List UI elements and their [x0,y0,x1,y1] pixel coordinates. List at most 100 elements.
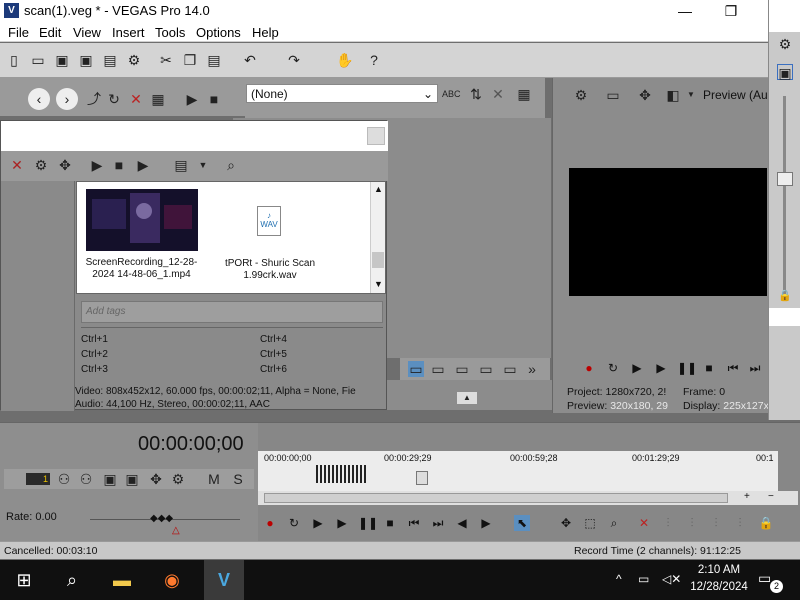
marker-handle[interactable] [416,471,428,485]
tl-loop-icon[interactable]: ↻ [286,515,302,531]
transition-dropdown[interactable]: (None) ⌄ [246,84,438,103]
normal-edit-tool-icon[interactable]: ⬉ [514,515,530,531]
shortcut-ctrl2[interactable]: Ctrl+2 [81,349,108,360]
clock-date[interactable]: 12/28/2024 [684,581,754,593]
auto-preview-icon[interactable]: ✥ [57,157,73,173]
shortcut-ctrl6[interactable]: Ctrl+6 [260,364,287,375]
tl-play-from-start-icon[interactable]: ▶ [310,515,326,531]
wav-file-icon[interactable]: ♪ WAV [257,206,281,236]
trim-end-icon[interactable]: ⫶ [708,515,724,531]
expand-icon[interactable]: ▲ [457,392,477,404]
trim-icon[interactable]: ⫶ [660,515,676,531]
menu-options[interactable]: Options [196,25,241,40]
scroll-up-icon[interactable]: ▲ [374,184,383,194]
media-scrollbar[interactable]: ▲ ▼ [370,182,385,293]
add-tags-input[interactable]: Add tags [81,301,383,323]
firefox-icon[interactable]: ◉ [160,568,184,592]
remove-icon[interactable]: ✕ [490,86,506,102]
redo-icon[interactable]: ↷ [286,52,302,68]
trim-start-icon[interactable]: ⫶ [684,515,700,531]
media-item-audio-name[interactable]: tPORt - Shuric Scan 1.99crk.wav [215,258,325,282]
side-close-area[interactable] [769,0,800,32]
tl-record-icon[interactable]: ● [262,515,278,531]
overlays-chevron-down-icon[interactable]: ▼ [683,87,699,103]
paste-icon[interactable]: ▤ [206,52,222,68]
save-as-icon[interactable]: ▣ [78,52,94,68]
rate-slider-handle[interactable]: ◆◆◆ [150,513,173,524]
save-icon[interactable]: ▣ [54,52,70,68]
back-icon[interactable]: ‹ [28,88,50,110]
lock-icon[interactable]: 🔒 [777,288,793,304]
new-project-icon[interactable]: ▯ [6,52,22,68]
delete-icon[interactable]: ✕ [128,91,144,107]
timeline-ruler[interactable]: 00:00:00;00 00:00:29;29 00:00:59;28 00:0… [258,451,778,491]
network-icon[interactable]: ▭ [638,572,649,586]
spell-check-icon[interactable]: ABC [442,86,461,102]
overlays-icon[interactable]: ◧ [665,87,681,103]
media-stop-icon[interactable]: ■ [111,157,127,173]
tab-fx-icon[interactable]: ▭ [478,361,494,377]
open-icon[interactable]: ▭ [30,52,46,68]
loop-icon[interactable]: ↻ [605,360,621,376]
timeline-hscroll[interactable]: + − [258,491,798,505]
timeline-timecode[interactable]: 00:00:00;00 [138,433,244,456]
media-play-icon[interactable]: ▶ [89,157,105,173]
zoom-out-icon[interactable]: − [768,491,774,502]
file-explorer-icon[interactable]: ▬ [110,568,134,592]
minimize-button[interactable]: — [662,0,708,22]
tl-go-end-icon[interactable]: ⏭ [430,515,446,531]
selection-tool-icon[interactable]: ⬚ [582,515,598,531]
preview-quality-label[interactable]: Preview (Au [703,88,768,102]
tab-transitions-icon[interactable]: ▭ [454,361,470,377]
remove-media-icon[interactable]: ✕ [9,157,25,173]
side-window-icon[interactable]: ▣ [777,64,793,81]
media-properties-gear-icon[interactable]: ⚙ [33,157,49,173]
composite-icon[interactable]: ✥ [148,471,164,487]
cut-icon[interactable]: ✂ [158,52,174,68]
menu-file[interactable]: File [8,25,29,40]
menu-help[interactable]: Help [252,25,279,40]
dialog-close-button[interactable] [367,127,385,145]
split-icon[interactable]: ⫶ [732,515,748,531]
split-screen-icon[interactable]: ✥ [637,87,653,103]
views-icon[interactable]: ▦ [150,91,166,107]
forward-icon[interactable]: › [56,88,78,110]
properties-gear-icon[interactable]: ⚙ [126,52,142,68]
tl-go-start-icon[interactable]: ⏮ [406,515,422,531]
enable-snapping-icon[interactable]: ✋ [336,52,353,68]
mute-icon[interactable]: M [206,471,222,487]
motion-icon[interactable]: ⚇ [78,471,94,487]
render-icon[interactable]: ▤ [102,52,118,68]
track-fx-icon[interactable]: ▣ [124,471,140,487]
stop-icon[interactable]: ■ [206,91,222,107]
menu-tools[interactable]: Tools [155,25,185,40]
copy-icon[interactable]: ❐ [182,52,198,68]
tl-prev-frame-icon[interactable]: ◀ [454,515,470,531]
next-frame-icon[interactable]: ⏭ [747,360,763,376]
tl-play-icon[interactable]: ▶ [334,515,350,531]
fx-icon[interactable]: ⚇ [56,471,72,487]
tab-generators-icon[interactable]: ▭ [502,361,518,377]
more-tabs-icon[interactable]: » [524,361,540,377]
media-step-icon[interactable]: ▶ [135,157,151,173]
shortcut-ctrl5[interactable]: Ctrl+5 [260,349,287,360]
tab-project-media-icon[interactable]: ▭ [408,361,424,377]
media-item-video[interactable]: ScreenRecording_12-28-2024 14-48-06_1.mp… [78,183,205,284]
stop-icon[interactable]: ■ [701,360,717,376]
delete-clip-icon[interactable]: ✕ [636,515,652,531]
menu-edit[interactable]: Edit [39,25,61,40]
scroll-thumb[interactable] [372,252,384,268]
play-icon[interactable]: ▶ [653,360,669,376]
tl-stop-icon[interactable]: ■ [382,515,398,531]
shortcut-ctrl3[interactable]: Ctrl+3 [81,364,108,375]
side-gear-icon[interactable]: ⚙ [777,36,793,52]
undo-icon[interactable]: ↶ [242,52,258,68]
windows-start-icon[interactable]: ⊞ [12,568,36,592]
track-settings-gear-icon[interactable]: ⚙ [170,471,186,487]
taskbar-search-icon[interactable]: ⌕ [60,568,84,592]
zoom-in-icon[interactable]: + [744,491,750,502]
menu-insert[interactable]: Insert [112,25,145,40]
tl-next-frame-icon[interactable]: ▶ [478,515,494,531]
volume-slider-handle[interactable] [777,172,793,186]
whats-this-help-icon[interactable]: ? [366,52,382,68]
